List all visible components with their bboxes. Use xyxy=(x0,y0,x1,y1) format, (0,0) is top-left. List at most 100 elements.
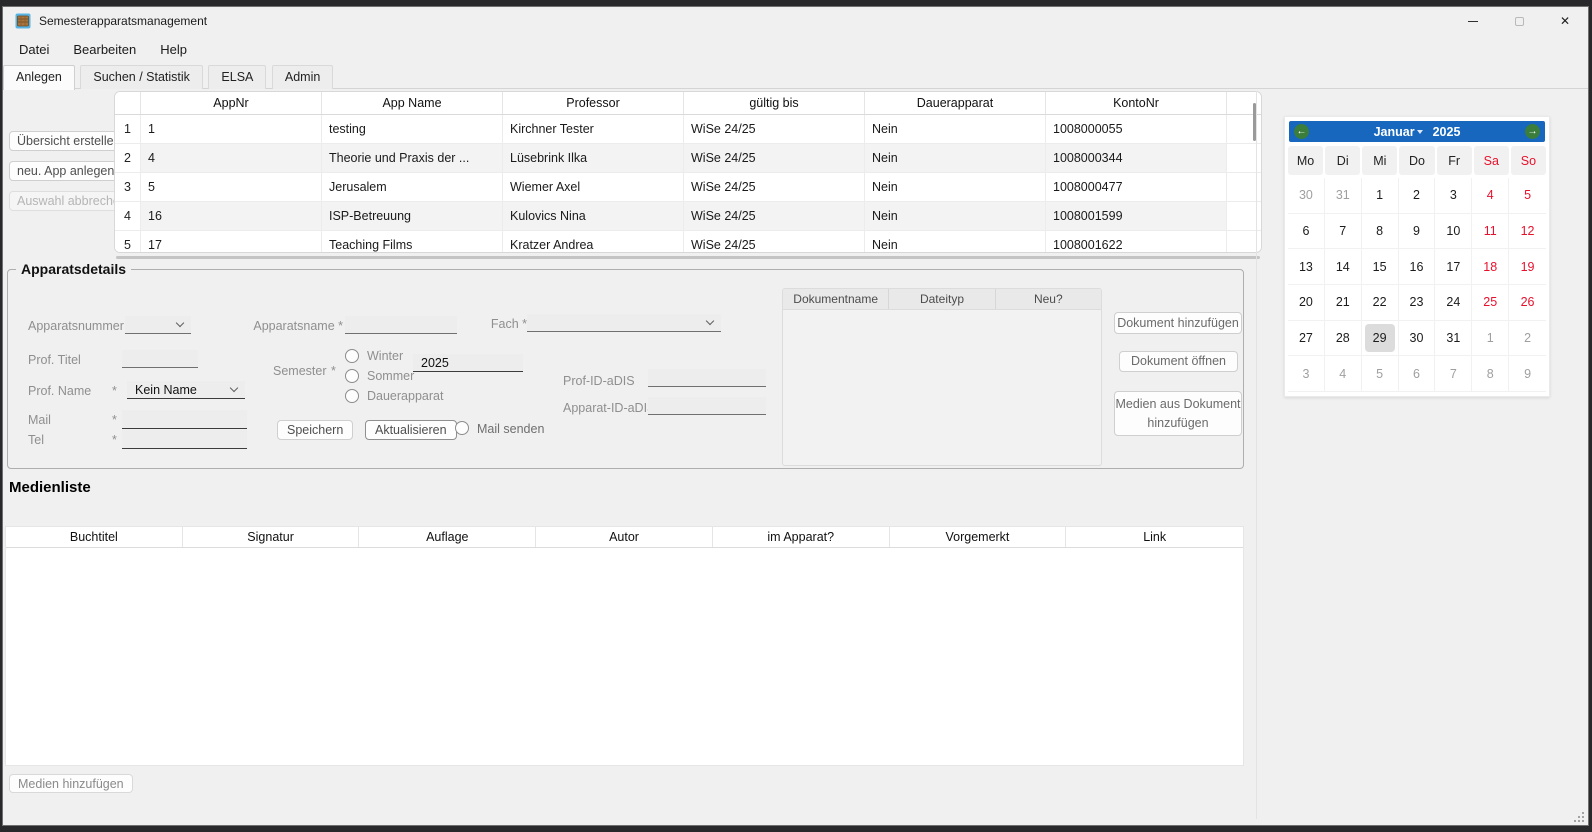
winter-radio[interactable] xyxy=(345,349,359,363)
calendar-day[interactable]: 8 xyxy=(1362,214,1399,250)
calendar-day[interactable]: 31 xyxy=(1325,178,1362,214)
calendar-day[interactable]: 25 xyxy=(1472,285,1509,321)
media-column-header[interactable]: Buchtitel xyxy=(6,527,183,547)
aktualisieren-button[interactable]: Aktualisieren xyxy=(365,420,457,440)
calendar-day[interactable]: 3 xyxy=(1288,356,1325,392)
calendar-day[interactable]: 6 xyxy=(1399,356,1436,392)
calendar-day[interactable]: 6 xyxy=(1288,214,1325,250)
calendar-day[interactable]: 16 xyxy=(1399,249,1436,285)
sommer-radio[interactable] xyxy=(345,369,359,383)
calendar-day[interactable]: 13 xyxy=(1288,249,1325,285)
dauerapparat-radio[interactable] xyxy=(345,389,359,403)
medien-hinzufuegen-button[interactable]: Medien hinzufügen xyxy=(9,774,133,793)
speichern-button[interactable]: Speichern xyxy=(277,420,353,440)
table-row[interactable]: 11testingKirchner TesterWiSe 24/25Nein10… xyxy=(115,115,1261,144)
media-column-header[interactable]: Vorgemerkt xyxy=(890,527,1067,547)
calendar-day[interactable]: 9 xyxy=(1509,356,1546,392)
prof-titel-field[interactable] xyxy=(122,350,198,368)
jahr-field[interactable]: 2025 xyxy=(413,354,523,372)
calendar-day[interactable]: 23 xyxy=(1399,285,1436,321)
minimize-button[interactable] xyxy=(1450,7,1496,35)
calendar-day[interactable]: 1 xyxy=(1472,321,1509,357)
calendar-day[interactable]: 10 xyxy=(1435,214,1472,250)
calendar-day[interactable]: 31 xyxy=(1435,321,1472,357)
resize-grip[interactable] xyxy=(1572,810,1584,822)
calendar-day[interactable]: 15 xyxy=(1362,249,1399,285)
column-header[interactable]: AppNr xyxy=(141,92,322,114)
doc-column-header[interactable]: Dokumentname xyxy=(783,289,889,309)
calendar-day[interactable]: 30 xyxy=(1399,321,1436,357)
dokument-oeffnen-button[interactable]: Dokument öffnen xyxy=(1119,351,1238,372)
column-header[interactable]: Dauerapparat xyxy=(865,92,1046,114)
media-column-header[interactable]: Autor xyxy=(536,527,713,547)
calendar-day[interactable]: 4 xyxy=(1325,356,1362,392)
column-header[interactable]: KontoNr xyxy=(1046,92,1227,114)
calendar-next-month-button[interactable]: → xyxy=(1525,124,1540,139)
calendar-day[interactable]: 24 xyxy=(1435,285,1472,321)
tab-elsa[interactable]: ELSA xyxy=(208,65,266,89)
calendar-year[interactable]: 2025 xyxy=(1433,125,1461,139)
fach-combobox[interactable] xyxy=(527,314,721,332)
calendar-day[interactable]: 18 xyxy=(1472,249,1509,285)
tel-field[interactable] xyxy=(122,430,247,449)
apparatsname-field[interactable] xyxy=(345,316,457,334)
calendar-day[interactable]: 7 xyxy=(1435,356,1472,392)
calendar-day[interactable]: 14 xyxy=(1325,249,1362,285)
menu-help[interactable]: Help xyxy=(148,38,199,61)
calendar-month[interactable]: Januar xyxy=(1374,125,1423,139)
doc-column-header[interactable]: Dateityp xyxy=(889,289,995,309)
calendar-day[interactable]: 20 xyxy=(1288,285,1325,321)
calendar-day[interactable]: 3 xyxy=(1435,178,1472,214)
mail-field[interactable] xyxy=(122,410,247,429)
media-column-header[interactable]: Auflage xyxy=(359,527,536,547)
close-button[interactable]: ✕ xyxy=(1542,7,1588,35)
calendar-day[interactable]: 21 xyxy=(1325,285,1362,321)
menu-bearbeiten[interactable]: Bearbeiten xyxy=(61,38,148,61)
prof-name-combobox[interactable]: Kein Name xyxy=(127,381,245,399)
calendar-day[interactable]: 12 xyxy=(1509,214,1546,250)
calendar-day[interactable]: 9 xyxy=(1399,214,1436,250)
prof-id-adis-field[interactable] xyxy=(648,369,766,387)
calendar-prev-month-button[interactable]: ← xyxy=(1294,124,1309,139)
apparat-id-adis-field[interactable] xyxy=(648,397,766,415)
calendar-day[interactable]: 11 xyxy=(1472,214,1509,250)
horizontal-scrollbar[interactable] xyxy=(116,256,1260,259)
calendar-day[interactable]: 4 xyxy=(1472,178,1509,214)
calendar-day[interactable]: 26 xyxy=(1509,285,1546,321)
calendar-day[interactable]: 2 xyxy=(1399,178,1436,214)
calendar-day[interactable]: 30 xyxy=(1288,178,1325,214)
table-row[interactable]: 517Teaching FilmsKratzer AndreaWiSe 24/2… xyxy=(115,231,1261,253)
calendar-day[interactable]: 22 xyxy=(1362,285,1399,321)
calendar-day[interactable]: 8 xyxy=(1472,356,1509,392)
dokument-hinzufuegen-button[interactable]: Dokument hinzufügen xyxy=(1114,312,1242,334)
table-row[interactable]: 416ISP-BetreuungKulovics NinaWiSe 24/25N… xyxy=(115,202,1261,231)
calendar-day[interactable]: 1 xyxy=(1362,178,1399,214)
tab-anlegen[interactable]: Anlegen xyxy=(3,65,75,90)
tab-suchen-statistik[interactable]: Suchen / Statistik xyxy=(80,65,203,89)
calendar-day[interactable]: 5 xyxy=(1362,356,1399,392)
calendar-day[interactable]: 27 xyxy=(1288,321,1325,357)
calendar-day[interactable]: 17 xyxy=(1435,249,1472,285)
calendar-day[interactable]: 29 xyxy=(1362,321,1399,357)
doc-column-header[interactable]: Neu? xyxy=(996,289,1101,309)
medien-aus-dokument-button[interactable]: Medien aus Dokument hinzufügen xyxy=(1114,391,1242,436)
mail-senden-checkbox[interactable] xyxy=(455,421,469,435)
neu-app-anlegen-button[interactable]: neu. App anlegen xyxy=(9,161,122,181)
calendar-day[interactable]: 28 xyxy=(1325,321,1362,357)
media-column-header[interactable]: im Apparat? xyxy=(713,527,890,547)
column-header[interactable]: gültig bis xyxy=(684,92,865,114)
table-row[interactable]: 35JerusalemWiemer AxelWiSe 24/25Nein1008… xyxy=(115,173,1261,202)
table-row[interactable]: 24Theorie und Praxis der ...Lüsebrink Il… xyxy=(115,144,1261,173)
maximize-button[interactable] xyxy=(1496,7,1542,35)
column-header[interactable]: App Name xyxy=(322,92,503,114)
calendar-day[interactable]: 7 xyxy=(1325,214,1362,250)
menu-datei[interactable]: Datei xyxy=(7,38,61,61)
uebersicht-erstellen-button[interactable]: Übersicht erstellen xyxy=(9,131,129,151)
apparatsnummer-combobox[interactable] xyxy=(125,316,191,334)
media-column-header[interactable]: Signatur xyxy=(183,527,360,547)
column-header[interactable]: Professor xyxy=(503,92,684,114)
tab-admin[interactable]: Admin xyxy=(272,65,333,89)
media-column-header[interactable]: Link xyxy=(1066,527,1243,547)
calendar-day[interactable]: 19 xyxy=(1509,249,1546,285)
calendar-day[interactable]: 5 xyxy=(1509,178,1546,214)
